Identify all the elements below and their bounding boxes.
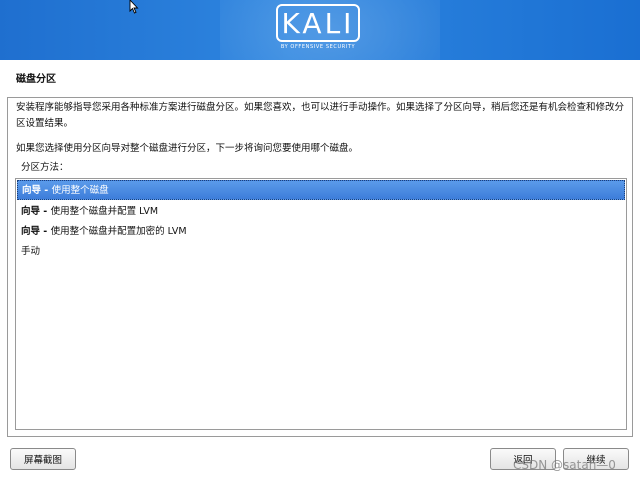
mouse-pointer-icon [129,0,139,14]
list-item-guided-entire-disk[interactable]: 向导 - 使用整个磁盘 [17,180,625,200]
description-text: 安装程序能够指导您采用各种标准方案进行磁盘分区。如果您喜欢，也可以进行手动操作。… [16,102,625,129]
list-item-prefix: 向导 - [21,206,51,217]
kali-logo: KALI BY OFFENSIVE SECURITY [272,4,364,56]
description-text-2: 如果您选择使用分区向导对整个磁盘进行分区，下一步将询问您要使用哪个磁盘。 [16,143,359,154]
kali-banner: KALI BY OFFENSIVE SECURITY [0,0,640,60]
logo-text: KALI [276,4,360,42]
logo-subtitle: BY OFFENSIVE SECURITY [280,44,356,50]
list-item-guided-encrypted-lvm[interactable]: 向导 - 使用整个磁盘并配置加密的 LVM [17,222,625,242]
screenshot-button[interactable]: 屏幕截图 [10,448,76,470]
partition-method-label: 分区方法： [21,162,69,173]
partition-method-list[interactable]: 向导 - 使用整个磁盘 向导 - 使用整个磁盘并配置 LVM 向导 - 使用整个… [15,178,627,430]
list-item-label: 手动 [21,246,41,257]
list-item-label: 使用整个磁盘并配置加密的 LVM [50,226,187,237]
list-item-label: 使用整个磁盘并配置 LVM [50,206,159,217]
list-item-label: 使用整个磁盘 [51,185,109,196]
watermark: CSDN @satan—0 [513,458,616,472]
list-item-prefix: 向导 - [21,226,51,237]
list-item-guided-lvm[interactable]: 向导 - 使用整个磁盘并配置 LVM [17,202,625,222]
list-item-manual[interactable]: 手动 [17,242,625,262]
list-item-prefix: 向导 - [22,185,52,196]
page-title: 磁盘分区 [16,74,56,85]
